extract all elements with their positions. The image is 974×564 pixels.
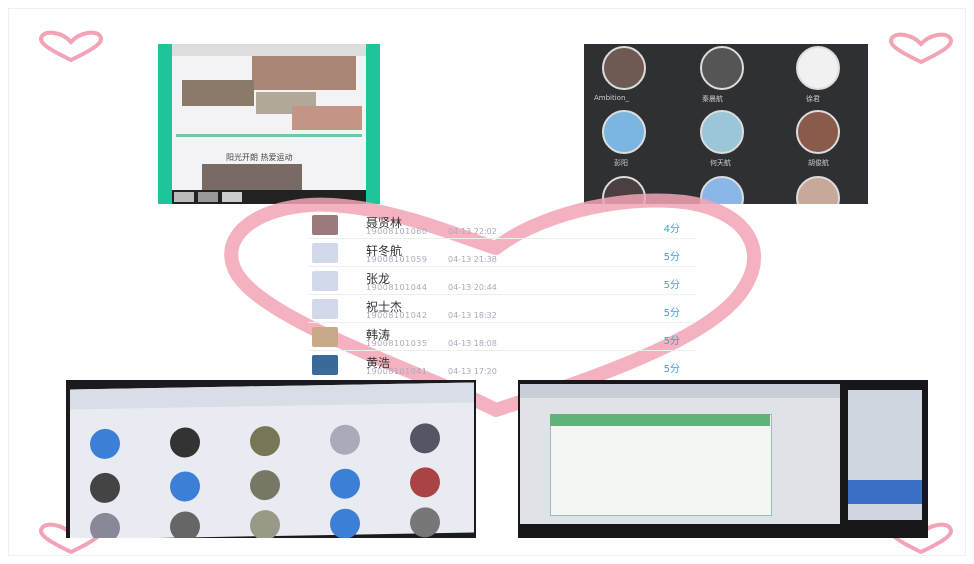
contact-time: 04-13 18:32 <box>448 311 497 320</box>
list-item[interactable]: 聂贤林 19008101060 04-13 22:02 4分 <box>308 212 696 239</box>
avatar-label: 徐君 <box>806 95 820 103</box>
avatar-label: 胡俊航 <box>808 159 829 167</box>
contact-count: 4分 <box>663 224 680 235</box>
photo-monitor-dialog <box>518 380 928 538</box>
avatar-label: Ambition_ <box>594 94 629 102</box>
avatar <box>312 243 338 263</box>
avatar <box>796 110 840 154</box>
photo-profile-page: 阳光开朗 热爱运动 <box>158 44 380 204</box>
avatar <box>602 110 646 154</box>
avatar <box>312 355 338 375</box>
contact-id: 19008101059 <box>366 255 428 264</box>
list-item[interactable]: 黄浩 19008101041 04-13 17:20 5分 <box>308 352 696 378</box>
avatar <box>796 176 840 204</box>
avatar <box>312 327 338 347</box>
contact-id: 19008101042 <box>366 311 428 320</box>
avatar <box>602 46 646 90</box>
contact-count: 5分 <box>663 280 680 291</box>
contact-time: 04-13 22:02 <box>448 227 497 236</box>
contact-id: 19008101035 <box>366 339 428 348</box>
avatar <box>700 110 744 154</box>
list-item[interactable]: 韩涛 19008101035 04-13 18:08 5分 <box>308 324 696 351</box>
list-item[interactable]: 祝士杰 19008101042 04-13 18:32 5分 <box>308 296 696 323</box>
contact-time: 04-13 18:08 <box>448 339 497 348</box>
avatar <box>700 46 744 90</box>
avatar <box>312 215 338 235</box>
heart-icon-top-right <box>889 32 953 65</box>
avatar-label: 彭阳 <box>614 159 628 167</box>
contact-count: 5分 <box>663 336 680 347</box>
avatar <box>312 299 338 319</box>
list-item[interactable]: 张龙 19008101044 04-13 20:44 5分 <box>308 268 696 295</box>
contact-count: 5分 <box>663 308 680 319</box>
photo-monitor-avatars <box>66 380 476 538</box>
photo-avatar-grid: Ambition_ 秦晨航 徐君 彭阳 何天航 胡俊航 <box>584 44 868 204</box>
avatar <box>796 46 840 90</box>
contact-id: 19008101060 <box>366 227 428 236</box>
contact-time: 04-13 20:44 <box>448 283 497 292</box>
avatar-label: 秦晨航 <box>702 95 723 103</box>
list-item[interactable]: 轩冬航 19008101059 04-13 21:38 5分 <box>308 240 696 267</box>
profile-caption-subtitle: 阳光开朗 热爱运动 <box>226 153 293 162</box>
contact-id: 19008101044 <box>366 283 428 292</box>
avatar <box>312 271 338 291</box>
contact-time: 04-13 17:20 <box>448 367 497 376</box>
contact-list: 聂贤林 19008101060 04-13 22:02 4分 轩冬航 19008… <box>308 212 696 378</box>
avatar-label: 何天航 <box>710 159 731 167</box>
contact-count: 5分 <box>663 252 680 263</box>
heart-icon-top-left <box>39 30 103 63</box>
contact-id: 19008101041 <box>366 367 428 376</box>
contact-time: 04-13 21:38 <box>448 255 497 264</box>
contact-count: 5分 <box>663 364 680 375</box>
